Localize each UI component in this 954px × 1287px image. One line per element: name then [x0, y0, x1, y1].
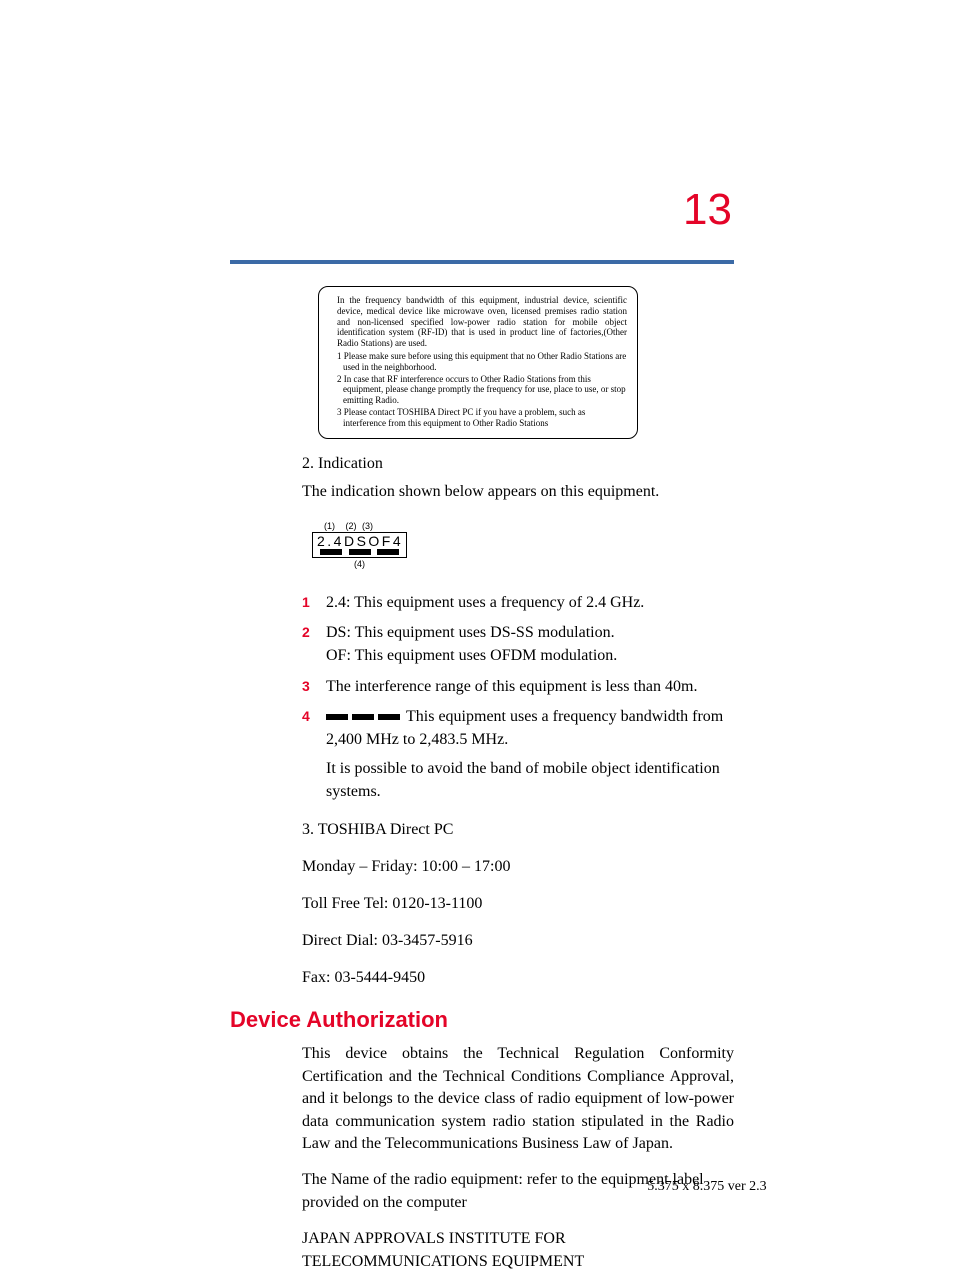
ind-top-1: (1)	[324, 521, 335, 531]
header-rule	[230, 260, 734, 264]
page-content: In the frequency bandwidth of this equip…	[230, 286, 734, 1287]
section-heading: Device Authorization	[230, 1007, 734, 1033]
contact-hours: Monday – Friday: 10:00 – 17:00	[302, 855, 734, 878]
list-item: 2 DS: This equipment uses DS-SS modulati…	[302, 621, 734, 667]
list-number: 3	[302, 675, 326, 698]
ind-top-2: (2)	[346, 521, 357, 531]
indication-heading: 2. Indication	[302, 453, 734, 475]
list-text-line: OF: This equipment uses OFDM modulation.	[326, 644, 734, 667]
contact-title: 3. TOSHIBA Direct PC	[302, 818, 734, 841]
contact-tollfree: Toll Free Tel: 0120-13-1100	[302, 892, 734, 915]
notice-item-2: 2 In case that RF interference occurs to…	[331, 374, 627, 406]
list-item: 3 The interference range of this equipme…	[302, 675, 734, 698]
list-text: DS: This equipment uses DS-SS modulation…	[326, 621, 734, 667]
list-number: 2	[302, 621, 326, 667]
body-paragraph: This device obtains the Technical Regula…	[302, 1043, 734, 1155]
indication-code: 2.4DSOF4	[317, 534, 402, 549]
indication-bars-icon	[317, 549, 402, 556]
numbered-list: 1 2.4: This equipment uses a frequency o…	[302, 591, 734, 804]
contact-fax: Fax: 03-5444-9450	[302, 966, 734, 989]
list-text: 2.4: This equipment uses a frequency of …	[326, 591, 734, 614]
section-body: This device obtains the Technical Regula…	[302, 1043, 734, 1273]
list-item: 1 2.4: This equipment uses a frequency o…	[302, 591, 734, 614]
contact-direct: Direct Dial: 03-3457-5916	[302, 929, 734, 952]
indication-label: (1) (2) (3) 2.4DSOF4 (4)	[312, 521, 407, 569]
ind-top-3: (3)	[362, 521, 373, 531]
indication-top-labels: (1) (2) (3)	[312, 521, 407, 531]
page-footer: 5.375 x 8.375 ver 2.3	[230, 1179, 954, 1195]
notice-item-1: 1 Please make sure before using this equ…	[331, 351, 627, 373]
list-number: 1	[302, 591, 326, 614]
page-number: 13	[683, 185, 732, 235]
list-item: 4 This equipment uses a frequency bandwi…	[302, 705, 734, 804]
indication-intro: The indication shown below appears on th…	[302, 481, 734, 503]
notice-intro: In the frequency bandwidth of this equip…	[331, 295, 627, 349]
list-text: The interference range of this equipment…	[326, 675, 734, 698]
list-text-line: DS: This equipment uses DS-SS modulation…	[326, 621, 734, 644]
ind-bottom-4: (4)	[312, 559, 407, 569]
notice-box: In the frequency bandwidth of this equip…	[318, 286, 638, 439]
page: 13 In the frequency bandwidth of this eq…	[0, 0, 954, 1235]
list-text-line: It is possible to avoid the band of mobi…	[326, 757, 734, 803]
contact-block: 3. TOSHIBA Direct PC Monday – Friday: 10…	[302, 818, 734, 990]
indication-code-box: 2.4DSOF4	[312, 532, 407, 558]
list-text: This equipment uses a frequency bandwidt…	[326, 705, 734, 804]
notice-item-3: 3 Please contact TOSHIBA Direct PC if yo…	[331, 407, 627, 429]
bars-icon	[326, 714, 400, 720]
list-number: 4	[302, 705, 326, 804]
